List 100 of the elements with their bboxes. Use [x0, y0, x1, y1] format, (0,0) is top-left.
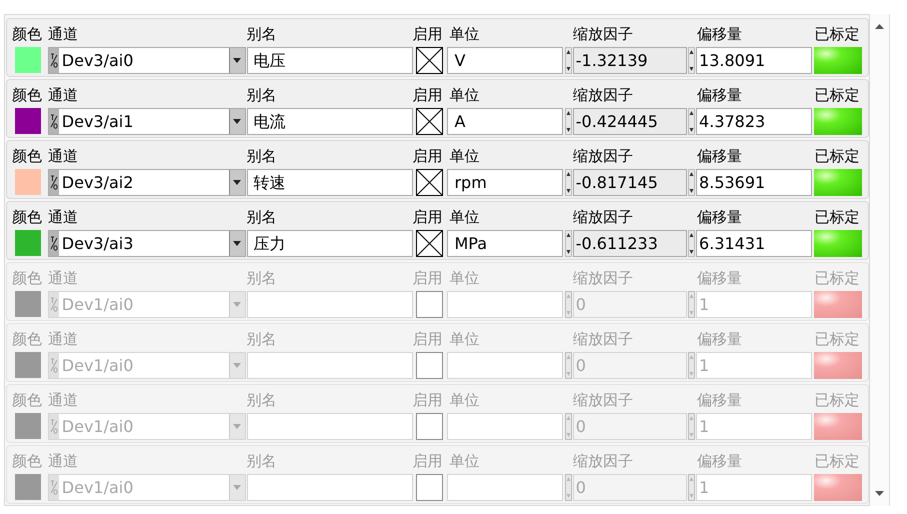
column-label: 别名: [246, 391, 278, 411]
spinner-arrows[interactable]: [564, 108, 572, 135]
column-label: 缩放因子: [572, 330, 634, 350]
column-label: 单位: [448, 147, 480, 167]
channel-value: Dev1/ai0: [60, 477, 134, 499]
column-label: 偏移量: [696, 25, 744, 45]
column-label: 启用: [412, 86, 444, 106]
column-label: 已标定: [813, 86, 860, 106]
enable-checkbox[interactable]: [416, 108, 443, 135]
column-label: 偏移量: [696, 391, 744, 411]
scale-field[interactable]: -0.817145: [572, 169, 687, 196]
offset-field[interactable]: 6.31431: [696, 230, 812, 257]
channel-dropdown[interactable]: Dev3/ai1: [48, 108, 246, 135]
scale-field[interactable]: -0.424445: [572, 108, 687, 135]
spinner-arrows[interactable]: [688, 169, 696, 196]
column-label: 启用: [412, 25, 444, 45]
enable-checkbox[interactable]: [416, 230, 443, 257]
spinner-arrows[interactable]: [688, 108, 696, 135]
color-swatch[interactable]: [15, 47, 41, 73]
column-label: 颜色: [12, 208, 43, 228]
column-label: 启用: [412, 452, 444, 472]
column-label: 偏移量: [696, 452, 744, 472]
alias-field[interactable]: 转速: [246, 169, 413, 196]
channel-value: Dev1/ai0: [60, 416, 134, 438]
column-label: 启用: [412, 208, 444, 228]
column-label: 偏移量: [696, 330, 744, 350]
channel-dropdown[interactable]: Dev3/ai2: [48, 169, 246, 196]
column-label: 单位: [448, 86, 480, 106]
column-label: 启用: [412, 330, 444, 350]
column-label: 单位: [448, 452, 480, 472]
channel-dropdown[interactable]: Dev3/ai3: [48, 230, 246, 257]
column-label: 单位: [448, 391, 480, 411]
scroll-down-icon[interactable]: [875, 491, 884, 496]
io-icon: [48, 414, 59, 439]
spinner-arrows[interactable]: [564, 230, 572, 257]
column-label: 别名: [246, 25, 278, 45]
offset-field[interactable]: 8.53691: [696, 169, 812, 196]
color-swatch[interactable]: [15, 230, 41, 256]
io-icon: [48, 109, 59, 134]
column-label: 颜色: [12, 452, 43, 472]
column-label: 颜色: [12, 269, 43, 289]
spinner-arrows[interactable]: [564, 169, 572, 196]
unit-field[interactable]: rpm: [447, 169, 564, 196]
spinner-arrows[interactable]: [688, 230, 696, 257]
spinner-arrows[interactable]: [688, 47, 696, 74]
column-label: 通道: [48, 452, 79, 472]
unit-field[interactable]: V: [447, 47, 564, 74]
column-label: 启用: [412, 391, 444, 411]
column-label: 启用: [412, 147, 444, 167]
column-label: 颜色: [12, 86, 43, 106]
io-icon: [48, 48, 59, 73]
column-label: 偏移量: [696, 147, 744, 167]
alias-field[interactable]: 压力: [246, 230, 413, 257]
column-label: 通道: [48, 147, 79, 167]
column-label: 缩放因子: [572, 86, 634, 106]
column-label: 单位: [448, 269, 480, 289]
scale-field[interactable]: -0.611233: [572, 230, 687, 257]
column-label: 颜色: [12, 391, 43, 411]
column-label: 通道: [48, 269, 79, 289]
scrollbar[interactable]: [870, 14, 890, 506]
column-label: 别名: [246, 208, 278, 228]
column-label: 单位: [448, 330, 480, 350]
channel-value: Dev3/ai0: [60, 50, 134, 72]
column-label: 偏移量: [696, 208, 744, 228]
enable-checkbox[interactable]: [416, 47, 443, 74]
column-label: 颜色: [12, 147, 43, 167]
enable-checkbox[interactable]: [416, 169, 443, 196]
color-swatch[interactable]: [15, 169, 41, 195]
column-label: 已标定: [813, 452, 860, 472]
column-label: 已标定: [813, 25, 860, 45]
column-label: 别名: [246, 147, 278, 167]
io-icon: [48, 353, 59, 378]
io-icon: [48, 170, 59, 195]
offset-field[interactable]: 4.37823: [696, 108, 812, 135]
column-label: 启用: [412, 269, 444, 289]
column-label: 单位: [448, 208, 480, 228]
color-swatch[interactable]: [15, 108, 41, 134]
column-label: 别名: [246, 330, 278, 350]
channel-dropdown[interactable]: Dev3/ai0: [48, 47, 246, 74]
column-label: 通道: [48, 330, 79, 350]
alias-field[interactable]: 电压: [246, 47, 413, 74]
column-label: 已标定: [813, 330, 860, 350]
channel-value: Dev3/ai2: [60, 172, 134, 194]
channel-value: Dev1/ai0: [60, 294, 134, 316]
column-label: 已标定: [813, 269, 860, 289]
alias-field[interactable]: 电流: [246, 108, 413, 135]
scale-field[interactable]: -1.32139: [572, 47, 687, 74]
channel-value: Dev1/ai0: [60, 355, 134, 377]
spinner-arrows[interactable]: [564, 47, 572, 74]
column-label: 单位: [448, 25, 480, 45]
column-label: 通道: [48, 391, 79, 411]
offset-field[interactable]: 13.8091: [696, 47, 812, 74]
column-label: 缩放因子: [572, 208, 634, 228]
unit-field[interactable]: A: [447, 108, 564, 135]
unit-field[interactable]: MPa: [447, 230, 564, 257]
column-label: 颜色: [12, 25, 43, 45]
column-label: 别名: [246, 269, 278, 289]
column-label: 偏移量: [696, 86, 744, 106]
scroll-up-icon[interactable]: [875, 24, 884, 29]
column-label: 通道: [48, 86, 79, 106]
